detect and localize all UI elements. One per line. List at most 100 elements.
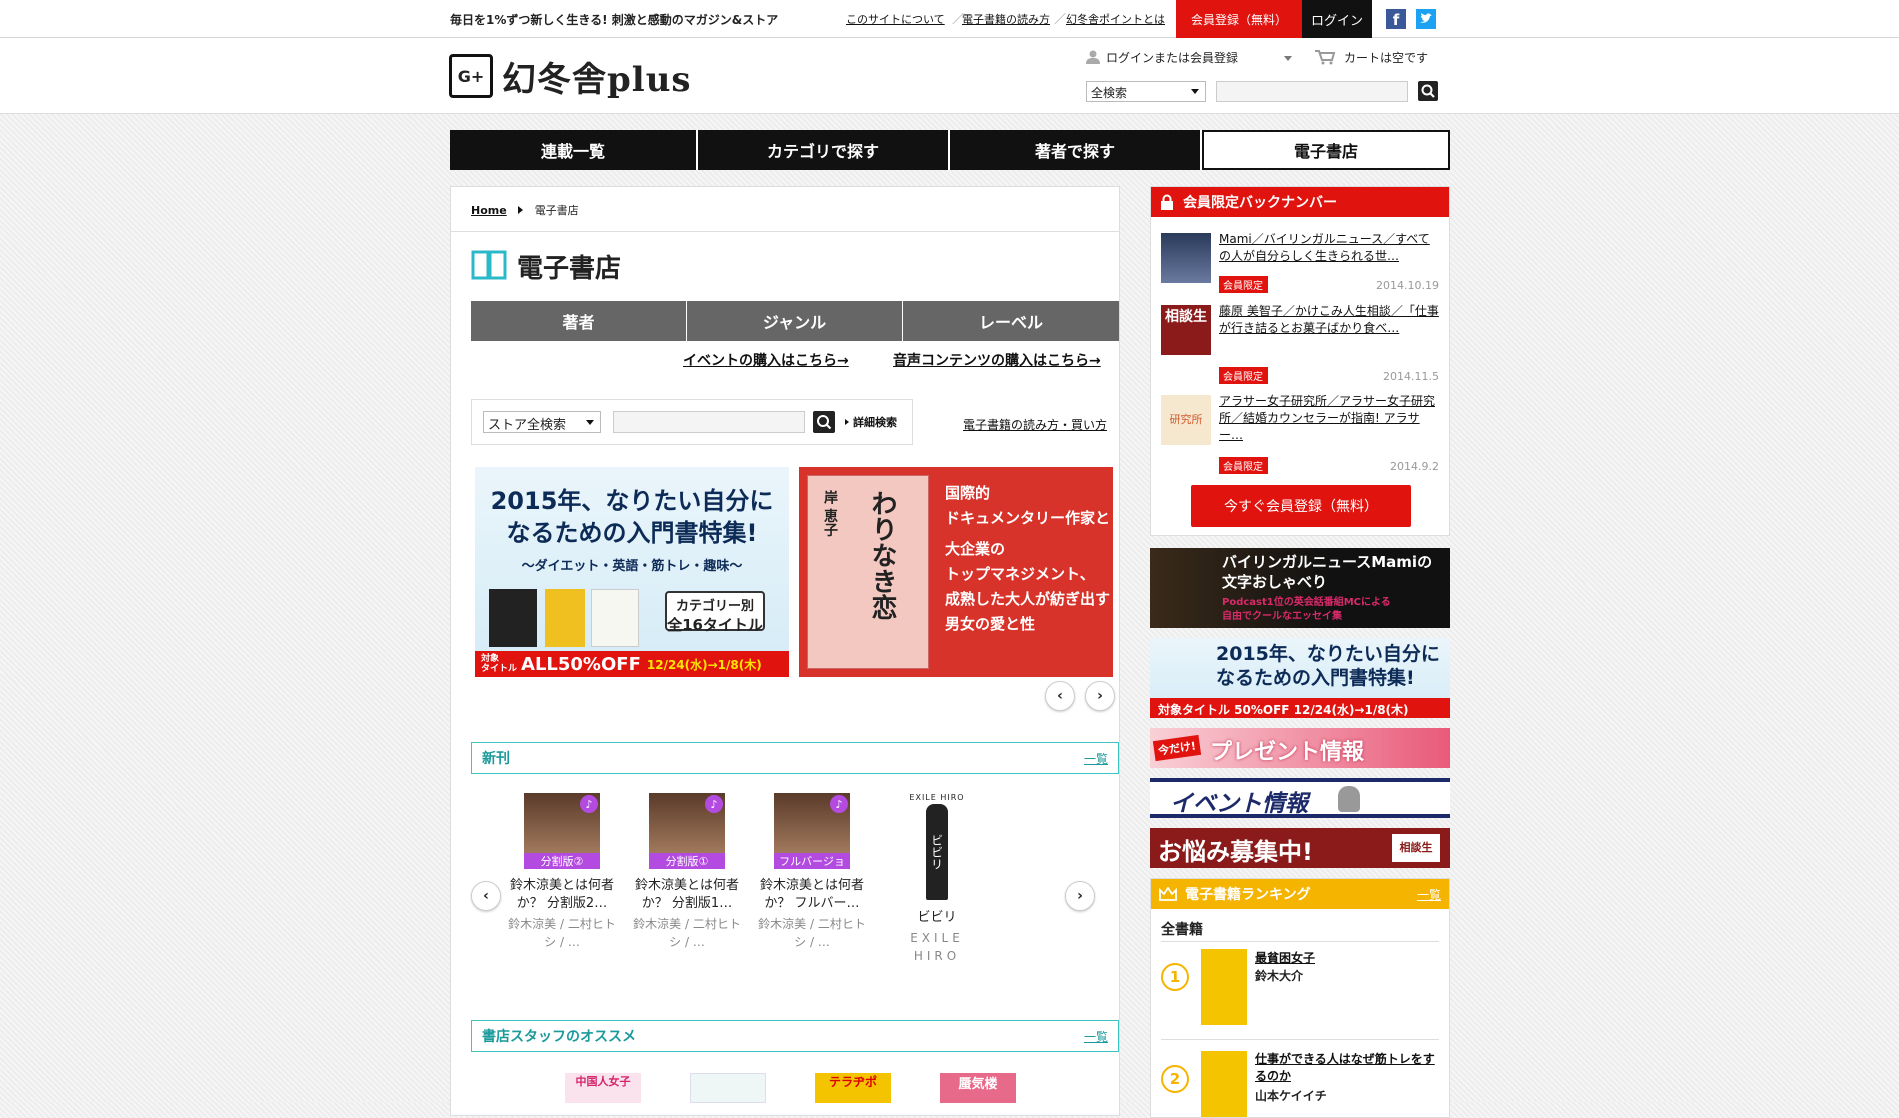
register-button[interactable]: 会員登録（無料） bbox=[1176, 0, 1302, 38]
facebook-icon[interactable]: f bbox=[1386, 9, 1406, 29]
nav-author[interactable]: 著者で探す bbox=[950, 130, 1202, 170]
audio-note-icon: ♪ bbox=[580, 795, 598, 813]
new-prev-button[interactable]: ‹ bbox=[471, 881, 501, 911]
audio-purchase-link[interactable]: 音声コンテンツの購入はこちら→ bbox=[893, 350, 1101, 370]
edition-label: 分割版② bbox=[524, 853, 600, 869]
tab-author[interactable]: 著者 bbox=[471, 301, 687, 341]
ranking-box: 電子書籍ランキング 一覧 全書籍 1 最貧困女子 鈴木大介 2 仕事ができる人は… bbox=[1150, 878, 1450, 1118]
banner-line: バイリンガルニュースMamiの bbox=[1222, 553, 1433, 571]
mami-essay-banner[interactable]: バイリンガルニュースMamiの 文字おしゃべり Podcast1位の英会話番組M… bbox=[1150, 548, 1450, 628]
sale-dates: 12/24(水)→1/8(木) bbox=[646, 657, 762, 672]
tab-label[interactable]: レーベル bbox=[903, 301, 1119, 341]
tab-genre[interactable]: ジャンル bbox=[687, 301, 903, 341]
twitter-icon[interactable] bbox=[1416, 9, 1436, 29]
backnumber-box: 会員限定バックナンバー Mami／バイリンガルニュース／すべての人が自分らしく生… bbox=[1150, 186, 1450, 536]
ranking-book-cover[interactable] bbox=[1201, 949, 1247, 1025]
staff-pick-cover[interactable]: 蜃気楼 bbox=[940, 1073, 1016, 1103]
advanced-search-link[interactable]: 詳細検索 bbox=[853, 414, 897, 430]
chevron-right-icon bbox=[518, 206, 524, 214]
consultation-banner[interactable]: お悩み募集中! 相談生 bbox=[1150, 828, 1450, 868]
chevron-right-icon: › bbox=[1097, 688, 1103, 704]
book-title[interactable]: 鈴木涼美とは何者か？ 分割版2… bbox=[507, 877, 617, 913]
staff-picks-more-link[interactable]: 一覧 bbox=[1084, 1028, 1108, 1045]
ranking-header: 電子書籍ランキング 一覧 bbox=[1151, 879, 1449, 909]
cart-icon[interactable] bbox=[1314, 49, 1336, 65]
login-button[interactable]: ログイン bbox=[1302, 0, 1372, 38]
ranking-book-title[interactable]: 仕事ができる人はなぜ筋トレをするのか bbox=[1255, 1051, 1441, 1085]
register-now-button[interactable]: 今すぐ会員登録（無料） bbox=[1191, 485, 1411, 527]
cover-title: ビビリ bbox=[926, 804, 948, 900]
event-purchase-link[interactable]: イベントの購入はこちら→ bbox=[683, 350, 849, 370]
feature-banner-warinaki[interactable]: 岸 恵子 わりなき恋 国際的 ドキュメンタリー作家と 大企業の トップマネジメン… bbox=[799, 467, 1113, 677]
ranking-book-cover[interactable] bbox=[1201, 1051, 1247, 1117]
store-search-scope-value: ストア全検索 bbox=[488, 418, 567, 433]
header-search-scope[interactable]: 全検索 bbox=[1086, 81, 1206, 102]
backnumber-link[interactable]: 藤原 美智子／かけこみ人生相談／「仕事が行き詰るとお菓子ばかり食べ… bbox=[1219, 303, 1441, 337]
banner-line: 2015年、なりたい自分に bbox=[1216, 643, 1440, 665]
book-item[interactable]: ♪ フルバージョン 鈴木涼美とは何者か？ フルバー… 鈴木涼美 / 二村ヒトシ … bbox=[757, 793, 867, 951]
carousel-next-button[interactable]: › bbox=[1085, 681, 1115, 711]
backnumber-date: 2014.11.5 bbox=[1383, 370, 1439, 383]
ranking-book-title[interactable]: 最貧困女子 bbox=[1255, 949, 1315, 966]
book-cover: ♪ 分割版① bbox=[649, 793, 725, 869]
logo-mark[interactable]: G+ bbox=[449, 54, 493, 98]
chevron-right-icon: › bbox=[1077, 888, 1083, 904]
nav-series[interactable]: 連載一覧 bbox=[450, 130, 698, 170]
banner-line: 文字おしゃべり bbox=[1222, 573, 1328, 591]
ranking-more-link[interactable]: 一覧 bbox=[1417, 886, 1441, 903]
search-icon[interactable] bbox=[813, 411, 835, 433]
store-search-scope[interactable]: ストア全検索 bbox=[483, 411, 601, 433]
backnumber-thumb[interactable]: 相談生 bbox=[1161, 305, 1211, 355]
book-title[interactable]: ビビリ bbox=[882, 909, 992, 927]
search-icon[interactable] bbox=[1418, 81, 1438, 101]
book-item[interactable]: ♪ 分割版② 鈴木涼美とは何者か？ 分割版2… 鈴木涼美 / 二村ヒトシ / … bbox=[507, 793, 617, 951]
howto-read-link[interactable]: 電子書籍の読み方 bbox=[962, 11, 1050, 27]
backnumber-link[interactable]: Mami／バイリンガルニュース／すべての人が自分らしく生きられる世… bbox=[1219, 231, 1441, 265]
breadcrumb: Home 電子書店 bbox=[471, 202, 579, 218]
header-search-input[interactable] bbox=[1216, 81, 1408, 102]
open-book-icon bbox=[471, 249, 507, 281]
staff-pick-cover[interactable] bbox=[690, 1073, 766, 1103]
backnumber-thumb[interactable]: 研究所 bbox=[1161, 395, 1211, 445]
book-item[interactable]: EXILE HIRO ビビリ ビビリ EXILE HIRO bbox=[882, 793, 992, 965]
copy-line: 成熟した大人が紡ぎ出す bbox=[945, 590, 1111, 608]
book-item[interactable]: ♪ 分割版① 鈴木涼美とは何者か？ 分割版1… 鈴木涼美 / 二村ヒトシ / … bbox=[632, 793, 742, 951]
event-info-banner[interactable]: イベント情報 bbox=[1150, 778, 1450, 818]
new-next-button[interactable]: › bbox=[1065, 881, 1095, 911]
backnumber-header: 会員限定バックナンバー bbox=[1151, 187, 1449, 217]
category-count-badge: カテゴリー別 全16タイトル bbox=[665, 591, 765, 634]
cart-status[interactable]: カートは空です bbox=[1344, 49, 1428, 66]
points-link[interactable]: 幻冬舎ポイントとは bbox=[1066, 11, 1165, 27]
new-releases-more-link[interactable]: 一覧 bbox=[1084, 750, 1108, 767]
nav-ebook-store[interactable]: 電子書店 bbox=[1202, 130, 1450, 170]
banner-line: Podcast1位の英会話番組MCによる bbox=[1222, 597, 1391, 608]
backnumber-link[interactable]: アラサー女子研究所／アラサー女子研究所／結婚カウンセラーが指南! アラサー… bbox=[1219, 393, 1441, 444]
members-only-badge: 会員限定 bbox=[1219, 457, 1268, 474]
badge-line1: カテゴリー別 bbox=[675, 599, 754, 614]
carousel-prev-button[interactable]: ‹ bbox=[1045, 681, 1075, 711]
about-link[interactable]: このサイトについて bbox=[846, 11, 945, 27]
breadcrumb-current: 電子書店 bbox=[534, 204, 579, 217]
main-content: Home 電子書店 電子書店 著者 ジャンル レーベル イベントの購入はこちら→… bbox=[450, 186, 1120, 1116]
sale-label2: タイトル bbox=[481, 664, 518, 674]
present-info-banner[interactable]: 今だけ! プレゼント情報 bbox=[1150, 728, 1450, 768]
staff-picks-header: 書店スタッフのオススメ 一覧 bbox=[471, 1020, 1119, 1052]
store-search-input[interactable] bbox=[613, 411, 805, 433]
howto-buy-link[interactable]: 電子書籍の読み方・買い方 bbox=[963, 416, 1107, 433]
site-logo[interactable]: 幻冬舎plus bbox=[502, 52, 692, 101]
chevron-down-icon[interactable] bbox=[1284, 56, 1292, 61]
nyumon-feature-banner[interactable]: 2015年、なりたい自分に なるための入門書特集! 対象タイトル 50%OFF … bbox=[1150, 638, 1450, 718]
edition-label: フルバージョン bbox=[774, 853, 850, 884]
book-title[interactable]: 鈴木涼美とは何者か？ 分割版1… bbox=[632, 877, 742, 913]
staff-pick-cover[interactable]: 中国人女子 bbox=[565, 1073, 641, 1103]
feature-banner-nyumon[interactable]: 2015年、なりたい自分に なるための入門書特集! ～ダイエット・英語・筋トレ・… bbox=[475, 467, 789, 677]
staff-pick-cover[interactable]: テラヂポ bbox=[815, 1073, 891, 1103]
book-cover: ♪ フルバージョン bbox=[774, 793, 850, 884]
backnumber-thumb[interactable] bbox=[1161, 233, 1211, 283]
copy-line: トップマネジメント、 bbox=[945, 565, 1095, 583]
book-cover: EXILE HIRO ビビリ bbox=[899, 793, 975, 905]
nav-category[interactable]: カテゴリで探す bbox=[698, 130, 950, 170]
book-cover: ♪ 分割版② bbox=[524, 793, 600, 869]
breadcrumb-home[interactable]: Home bbox=[471, 204, 507, 217]
user-menu[interactable]: ログインまたは会員登録 bbox=[1106, 49, 1238, 66]
